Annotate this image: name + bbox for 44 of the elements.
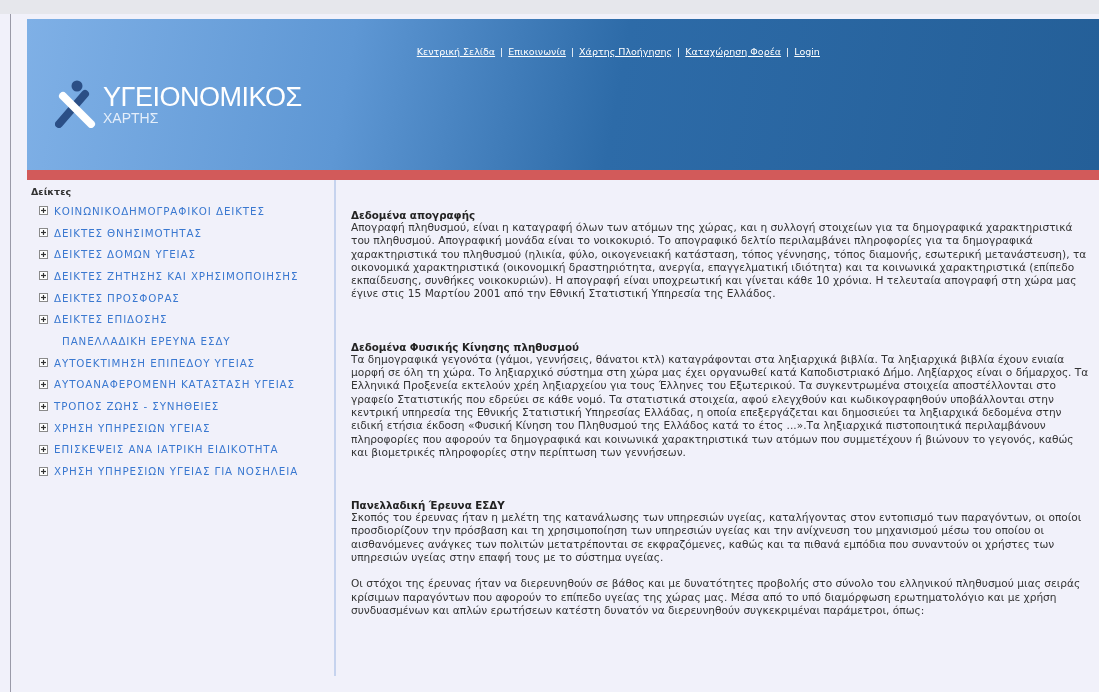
sidebar-item[interactable]: ΔΕΙΚΤΕΣ ΘΝΗΣΙΜΟΤΗΤΑΣ	[54, 226, 202, 239]
sidebar-item[interactable]: ΑΥΤΟΕΚΤΙΜΗΣΗ ΕΠΙΠΕΔΟΥ ΥΓΕΙΑΣ	[54, 356, 256, 369]
sidebar-item[interactable]: ΠΑΝΕΛΛΑΔΙΚΗ ΕΡΕΥΝΑ ΕΣΔΥ	[62, 334, 231, 347]
expand-icon[interactable]	[39, 271, 48, 281]
expand-icon[interactable]	[39, 293, 48, 303]
sidebar-item[interactable]: ΔΕΙΚΤΕΣ ΔΟΜΩΝ ΥΓΕΙΑΣ	[54, 248, 196, 261]
expand-icon[interactable]	[39, 249, 48, 259]
nav-separator: |	[500, 46, 504, 57]
sidebar-item[interactable]: ΔΕΙΚΤΕΣ ΕΠΙΔΟΣΗΣ	[54, 313, 168, 326]
logo-subtitle: ΧΑΡΤΗΣ	[103, 110, 160, 125]
sidebar-item[interactable]: ΕΠΙΣΚΕΨΕΙΣ ΑΝΑ ΙΑΤΡΙΚΗ ΕΙΔΙΚΟΤΗΤΑ	[54, 443, 279, 456]
expand-icon[interactable]	[39, 444, 48, 454]
sidebar-item[interactable]: ΤΡΟΠΟΣ ΖΩΗΣ - ΣΥΝΗΘΕΙΕΣ	[54, 400, 220, 413]
sidebar-item[interactable]: ΔΕΙΚΤΕΣ ΖΗΤΗΣΗΣ ΚΑΙ ΧΡΗΣΙΜΟΠΟΙΗΣΗΣ	[54, 269, 299, 282]
section-heading: Δεδομένα Φυσικής Κίνησης πληθυσμού	[351, 340, 580, 353]
expand-icon[interactable]	[39, 314, 48, 324]
paragraph: Σκοπός του έρευνας ήταν η μελέτη της κατανάλωσης των υπηρεσιών υγείας, καταλήγοντας στον εντοπισμό των παραγόντων, οι οποίοι προσδιορίζουν την πρόσβαση και τη χρησιμοποίηση των υπηρεσιών υγείας και την ανίχνευση του μηχανισμού μέσω του οποίου οι αισθανόμενες ανάγκες των πολιτών μετατρέπονται σε εκφραζόμενες, καθώς και τα πιθανά εμπόδια που συναντούν οι χρήστες των υπηρεσιών υγείας στην επαφή τους με το σύστημα υγείας.	[351, 511, 1083, 565]
expand-icon[interactable]	[39, 466, 48, 476]
paragraph: Απογραφή πληθυσμού, είναι η καταγραφή όλων των ατόμων της χώρας, και η συλλογή στοιχείων για τα δημογραφικά χαρακτηριστικά του πληθυσμού. Απογραφική μονάδα είναι το νοικοκυριό. Το απογραφικό δελτίο περιλαμβάνει πληροφορίες για τα δημογραφικά χαρακτηριστικά του πληθυσμού (ηλικία, φύλο, οικογενειακή κατάσταση, τόπος γέννησης, τόπος διαμονής, εσωτερική μετανάστευση), τα οικονομικά χαρακτηριστικά (οικονομική δραστηριότητα, ανεργία, επαγγελματική ιδιότητα) και τα κοινωνικά χαρακτηριστικά (επίπεδο εκπαίδευσης, συνθήκες νοικοκυριών). Η απογραφή είναι υποχρεωτική και γίνεται κάθε 10 χρόνια. Η τελευταία απογραφή στη χώρα μας έγινε στις 15 Μαρτίου 2001 από την Εθνική Στατιστική Υπηρεσία της Ελλάδος.	[351, 221, 1088, 301]
sidebar-item[interactable]: ΑΥΤΟΑΝΑΦΕΡΟΜΕΝΗ ΚΑΤΑΣΤΑΣΗ ΥΓΕΙΑΣ	[54, 378, 295, 391]
nav-link[interactable]: Επικοινωνία	[508, 46, 566, 57]
nav-separator: |	[570, 46, 575, 57]
sidebar-title: Δείκτες	[31, 186, 73, 197]
nav-separator: |	[677, 46, 681, 57]
paragraph: Οι στόχοι της έρευνας ήταν να διερευνηθούν σε βάθος και με δυνατότητες προβολής στο σύνολο του ελληνικού πληθυσμού μιας σειράς κρίσιμων παραγόντων που αφορούν το επίπεδο υγείας της χώρας μας. Μέσα από το υπό διαμόρφωση ερωτηματολόγιο και με χρήση συνδυασμένων και απλών ερωτήσεων κατέστη δυνατόν να διερευνηθούν συγκεκριμέναι παράμετροι, όπως:	[351, 577, 1082, 618]
expand-icon[interactable]	[39, 401, 48, 411]
expand-icon[interactable]	[39, 379, 48, 389]
section-heading: Πανελλαδική Έρευνα ΕΣΔΥ	[351, 499, 505, 512]
nav-link[interactable]: Χάρτης Πλοήγησης	[579, 46, 673, 57]
sidebar-item[interactable]: ΧΡΗΣΗ ΥΠΗΡΕΣΙΩΝ ΥΓΕΙΑΣ	[54, 421, 211, 434]
sidebar-item[interactable]: ΧΡΗΣΗ ΥΠΗΡΕΣΙΩΝ ΥΓΕΙΑΣ ΓΙΑ ΝΟΣΗΛΕΙΑ	[54, 465, 299, 478]
nav-link[interactable]: Καταχώρηση Φορέα	[685, 46, 782, 57]
logo-title: ΥΓΕΙΟΝΟΜΙΚΟΣ	[103, 83, 302, 111]
expand-icon[interactable]	[39, 206, 48, 216]
expand-icon[interactable]	[39, 423, 48, 433]
paragraph: Τα δημογραφικά γεγονότα (γάμοι, γεννήσεις, θάνατοι κτλ) καταγράφονται στα ληξιαρχικά βιβλία. Τα ληξιαρχικά βιβλία έχουν ενιαία μορφή σε όλη τη χώρα. Το ληξιαρχικό σύστημα στη χώρα μας έχει οργανωθεί κατά Καποδιστριακό Δήμο. Ληξίαρχος είναι ο δήμαρχος. Τα Ελληνικά Προξενεία εκτελούν χρέη ληξιαρχείου για τους Έλληνες του Εξωτερικού. Τα συγκεντρωμένα στοιχεία αποστέλλονται στο γραφείο Στατιστικής που εδρεύει σε κάθε νομό. Τα στατιστικά στοιχεία, αφού ελεγχθούν και κωδικογραφηθούν υποβάλλονται στην κεντρική υπηρεσία της Εθνικής Στατιστική Υπηρεσίας Ελλάδας, η οποία επεξεργάζεται και δημοσιεύει τα ληξιαρχικά δεδομένα στην ειδική ετήσια έκδοση «Φυσική Κίνηση του Πληθυσμού της Ελλάδος κατά το έτος ...».Τα ληξιαρχικά πιστοποιητικά περιλαμβάνουν πληροφορίες που αφορούν τα δημογραφικά και κοινωνικά χαρακτηριστικά των ατόμων που συμμετέχουν ή βιώνουν το γεγονός, καθώς και βιομετρικές πληροφορίες στην περίπτωση των γεννήσεων.	[351, 352, 1090, 460]
sidebar-item[interactable]: ΚΟΙΝΩΝΙΚΟΔΗΜΟΓΡΑΦΙΚΟΙ ΔΕΙΚΤΕΣ	[54, 204, 265, 217]
sidebar-item[interactable]: ΔΕΙΚΤΕΣ ΠΡΟΣΦΟΡΑΣ	[54, 291, 180, 304]
expand-icon[interactable]	[39, 358, 48, 368]
nav-link[interactable]: Login	[794, 46, 820, 57]
section-heading: Δεδομένα απογραφής	[351, 209, 476, 221]
nav-separator: |	[786, 46, 790, 57]
nav-link[interactable]: Κεντρική Σελίδα	[416, 46, 496, 57]
expand-icon[interactable]	[39, 228, 48, 238]
